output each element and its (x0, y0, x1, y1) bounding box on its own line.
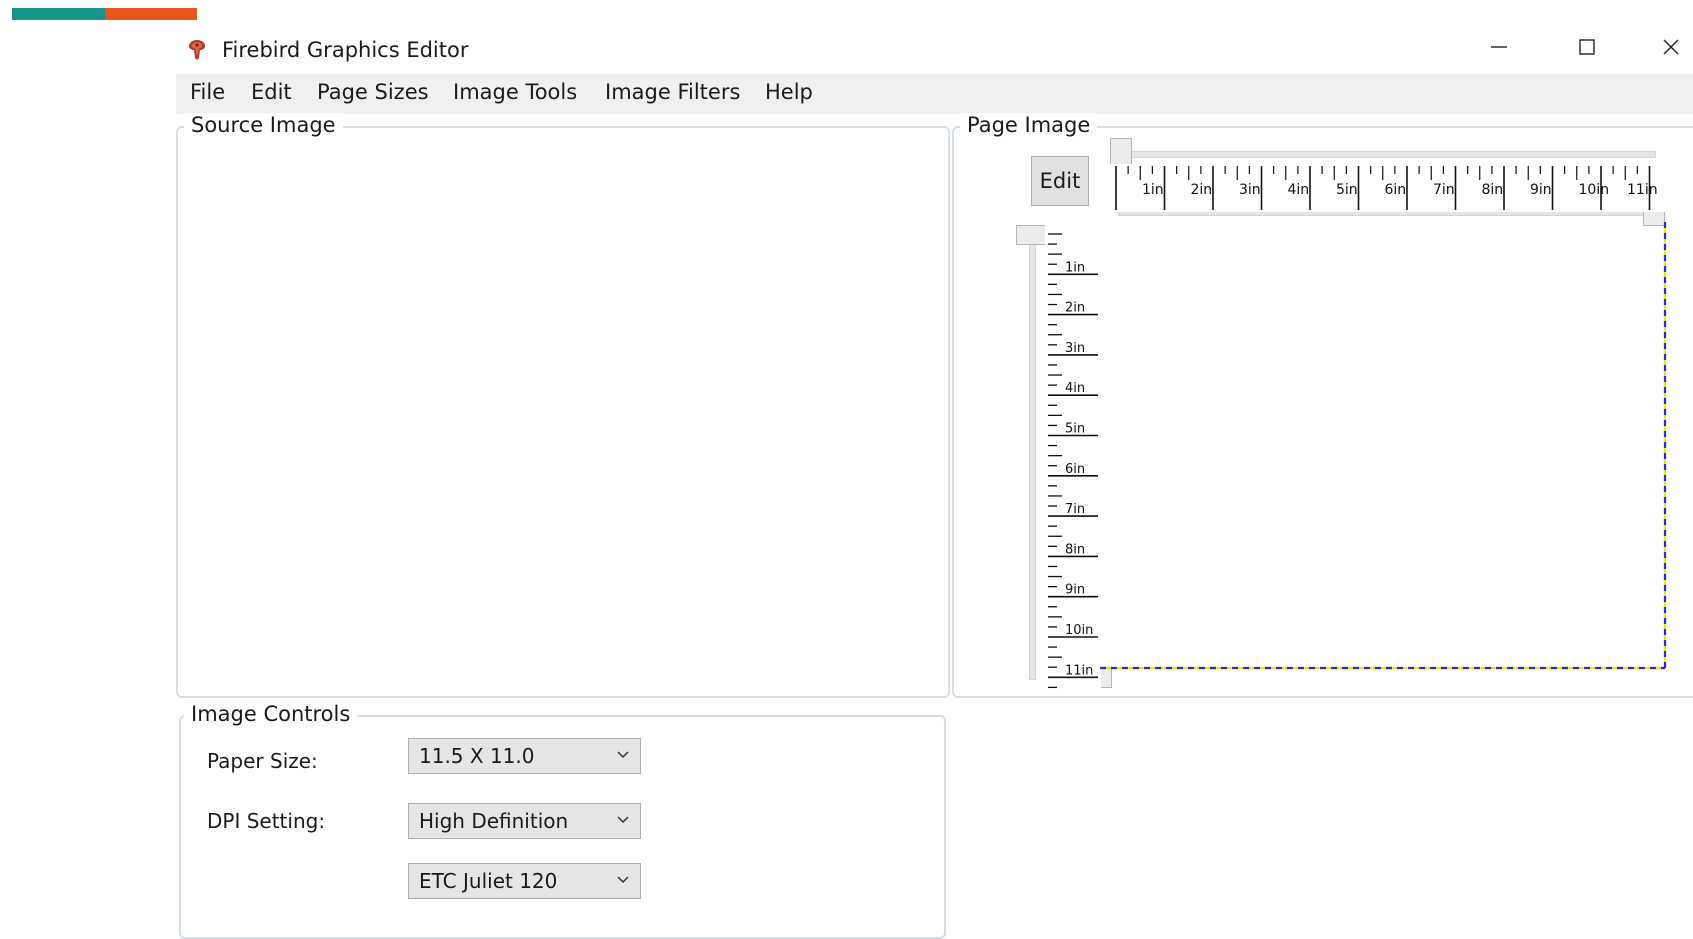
ruler-v-label: 8in (1065, 542, 1085, 557)
firebird-icon (186, 38, 208, 60)
horizontal-ruler: 1in 2in 3in 4in 5in 6in 7in 8in 9in 10in 11in (1106, 164, 1688, 212)
title-bar: Firebird Graphics Editor (186, 34, 1693, 66)
ruler-h-label: 3in (1239, 182, 1261, 198)
paper-size-select[interactable]: 11.5 X 11.0 (408, 738, 641, 774)
close-button[interactable] (1651, 32, 1691, 62)
ruler-v-label: 7in (1065, 502, 1085, 517)
accent-bar-orange (105, 8, 197, 20)
menu-edit[interactable]: Edit (249, 80, 294, 104)
menu-bar: File Edit Page Sizes Image Tools Image F… (176, 74, 1693, 114)
menu-image-tools[interactable]: Image Tools (451, 80, 579, 104)
source-image-label: Source Image (184, 113, 343, 137)
minimize-button[interactable] (1479, 32, 1519, 62)
ruler-h-label: 4in (1288, 182, 1310, 198)
vertical-slider-thumb[interactable] (1016, 225, 1048, 245)
paper-size-value: 11.5 X 11.0 (419, 744, 535, 768)
dpi-setting-select[interactable]: High Definition (408, 803, 641, 839)
paper-size-label: Paper Size: (207, 749, 318, 773)
ruler-h-label: 1in (1142, 182, 1164, 198)
ruler-v-label: 9in (1065, 583, 1085, 598)
horizontal-slider-top[interactable] (1120, 151, 1656, 158)
ruler-h-label: 11in (1627, 182, 1658, 198)
maximize-icon (1579, 39, 1595, 55)
ruler-v-label: 6in (1065, 462, 1085, 477)
menu-page-sizes[interactable]: Page Sizes (315, 80, 431, 104)
source-image-panel (176, 126, 950, 698)
menu-image-filters[interactable]: Image Filters (603, 80, 742, 104)
ruler-v-label: 10in (1065, 623, 1093, 638)
ruler-v-label: 5in (1065, 422, 1085, 437)
edit-button[interactable]: Edit (1031, 156, 1089, 206)
ruler-h-label: 7in (1433, 182, 1455, 198)
device-select[interactable]: ETC Juliet 120 (408, 863, 641, 899)
ruler-h-label: 6in (1385, 182, 1407, 198)
ruler-h-label: 9in (1530, 182, 1552, 198)
page-canvas[interactable] (1100, 222, 1680, 684)
vertical-ruler: 1in 2in 3in 4in 5in 6in 7in 8in 9in 10in 11in (1045, 222, 1101, 690)
ruler-h-label: 5in (1336, 182, 1358, 198)
ruler-v-label: 1in (1065, 260, 1085, 275)
page-image-label: Page Image (960, 113, 1098, 137)
image-controls-label: Image Controls (184, 702, 358, 726)
window-title: Firebird Graphics Editor (222, 38, 469, 62)
vertical-slider[interactable] (1029, 230, 1036, 680)
dpi-setting-label: DPI Setting: (207, 809, 326, 833)
ruler-v-label: 4in (1065, 381, 1085, 396)
chevron-down-icon (617, 751, 629, 759)
menu-help[interactable]: Help (763, 80, 815, 104)
dpi-setting-value: High Definition (419, 809, 569, 833)
chevron-down-icon (617, 876, 629, 884)
ruler-v-label: 2in (1065, 301, 1085, 316)
ruler-h-label: 10in (1579, 182, 1610, 198)
menu-file[interactable]: File (188, 80, 227, 104)
accent-bar-teal (12, 8, 105, 20)
ruler-h-label: 8in (1482, 182, 1504, 198)
device-value: ETC Juliet 120 (419, 869, 558, 893)
minimize-icon (1491, 46, 1507, 48)
ruler-v-label: 3in (1065, 341, 1085, 356)
ruler-h-label: 2in (1191, 182, 1213, 198)
close-icon (1663, 39, 1679, 55)
ruler-v-label: 11in (1065, 663, 1093, 678)
maximize-button[interactable] (1567, 32, 1607, 62)
chevron-down-icon (617, 816, 629, 824)
